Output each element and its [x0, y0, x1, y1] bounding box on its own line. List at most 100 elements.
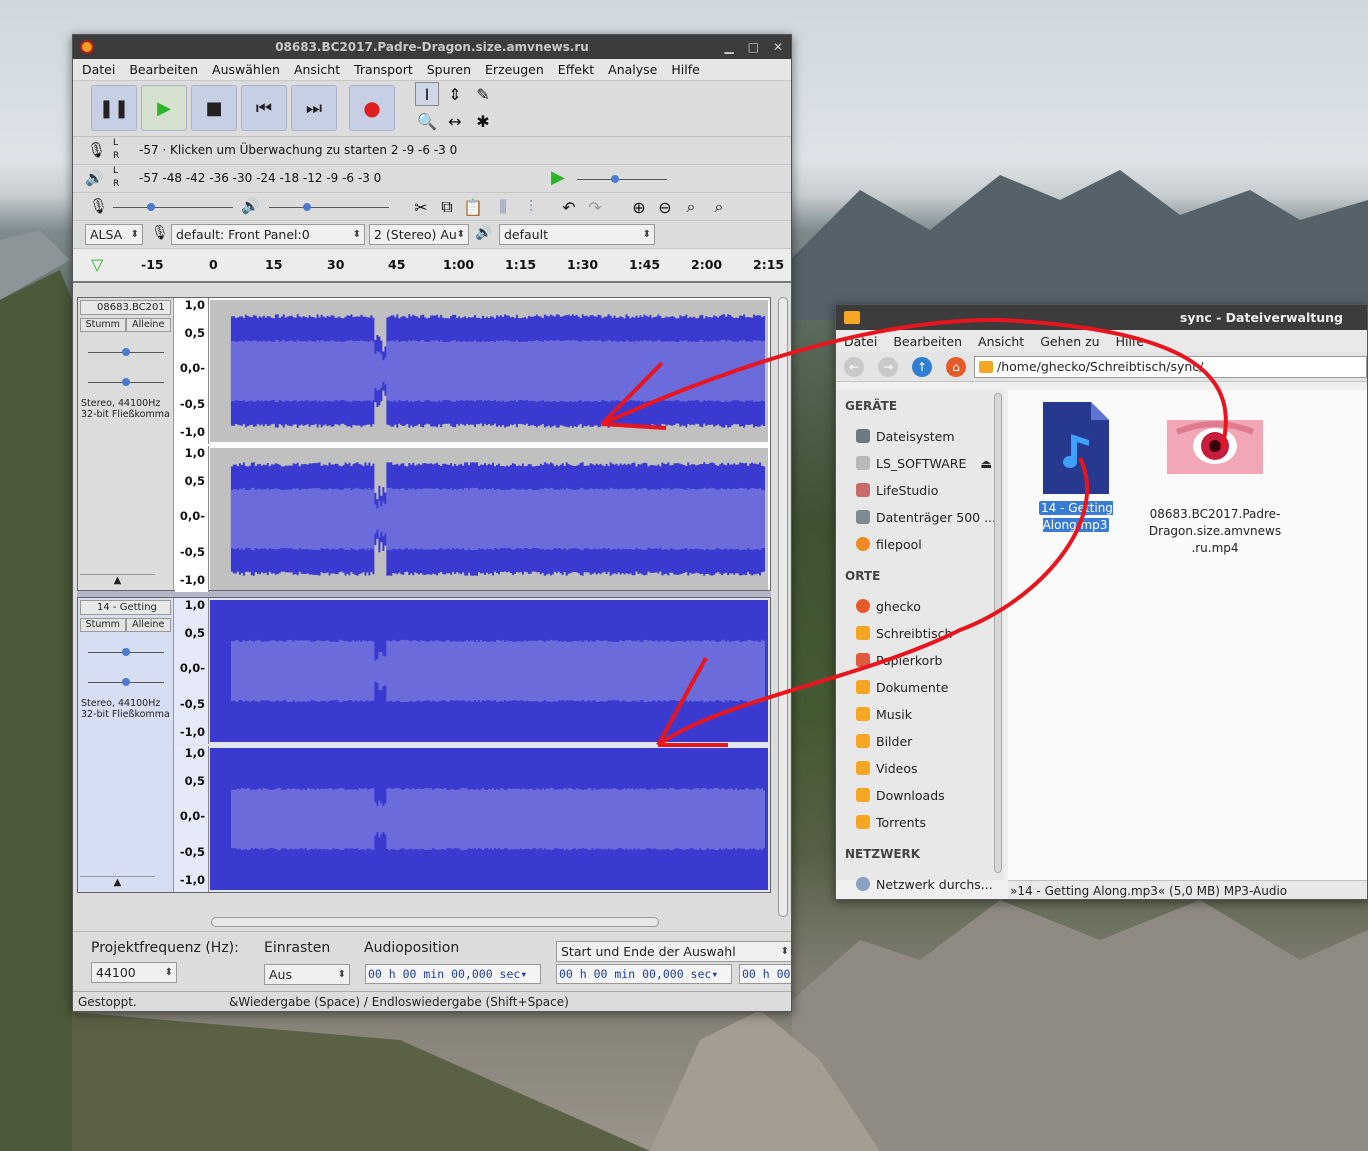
silence-icon[interactable]: ⫶ [519, 195, 543, 219]
horizontal-scrollbar[interactable] [211, 917, 659, 927]
channels-select[interactable]: 2 (Stereo) Au [369, 224, 469, 245]
menu-analyse[interactable]: Analyse [601, 62, 664, 77]
zoom-out-icon[interactable]: ⊖ [653, 195, 677, 219]
copy-icon[interactable]: ⧉ [435, 195, 459, 219]
sidebar-item-videos[interactable]: Videos [856, 761, 918, 776]
menu-bearbeiten[interactable]: Bearbeiten [122, 62, 205, 77]
undo-icon[interactable]: ↶ [557, 195, 581, 219]
waveform-left[interactable] [210, 600, 768, 742]
track-name-menu[interactable]: 08683.BC201 [80, 300, 171, 315]
skip-start-button[interactable]: ⏮ [241, 85, 287, 131]
collapse-track-icon[interactable]: ▲ [80, 876, 155, 890]
menu-effekt[interactable]: Effekt [551, 62, 601, 77]
vertical-scrollbar[interactable] [778, 297, 788, 917]
selection-end-field[interactable]: 00 h 00 [739, 964, 791, 984]
sidebar-item-ls-software[interactable]: LS_SOFTWARE ⏏ [856, 456, 992, 471]
sidebar-item-dokumente[interactable]: Dokumente [856, 680, 948, 695]
sidebar-item-filepool[interactable]: filepool [856, 537, 922, 552]
cut-icon[interactable]: ✂ [409, 195, 433, 219]
pin-head-icon[interactable]: ▽ [91, 255, 103, 274]
sidebar-scrollbar[interactable] [994, 393, 1002, 873]
snap-select[interactable]: Aus [264, 964, 350, 985]
zoom-tool[interactable]: 🔍 [415, 109, 439, 133]
menu-spuren[interactable]: Spuren [420, 62, 478, 77]
timeshift-tool[interactable]: ↔ [443, 109, 467, 133]
fm-menu-bearbeiten[interactable]: Bearbeiten [885, 334, 970, 349]
multi-tool[interactable]: ✱ [471, 109, 495, 133]
menu-ansicht[interactable]: Ansicht [287, 62, 347, 77]
waveform-right[interactable] [210, 448, 768, 590]
up-icon[interactable]: ↑ [912, 357, 932, 377]
menu-datei[interactable]: Datei [75, 62, 122, 77]
mute-button[interactable]: Stumm [80, 618, 126, 632]
record-meter[interactable]: -57 · Klicken um Überwachung zu starten … [139, 143, 457, 157]
forward-icon[interactable]: → [878, 357, 898, 377]
sidebar-item-schreibtisch[interactable]: Schreibtisch [856, 626, 952, 641]
timeline-ruler[interactable]: ▽ -15 0 15 30 45 1:00 1:15 1:30 1:45 2:0… [73, 249, 791, 283]
back-icon[interactable]: ← [844, 357, 864, 377]
record-button[interactable]: ● [349, 85, 395, 131]
trim-icon[interactable]: ⫼ [491, 195, 515, 219]
collapse-track-icon[interactable]: ▲ [80, 574, 155, 588]
location-bar[interactable]: /home/ghecko/Schreibtisch/sync/ [974, 356, 1367, 378]
audio-host-select[interactable]: ALSA [85, 224, 143, 245]
fm-menu-ansicht[interactable]: Ansicht [970, 334, 1032, 349]
sidebar-item-downloads[interactable]: Downloads [856, 788, 945, 803]
fit-project-icon[interactable]: ⌕ [707, 195, 731, 219]
home-icon[interactable]: ⌂ [946, 357, 966, 377]
project-rate-select[interactable]: 44100 [91, 962, 177, 983]
menu-auswaehlen[interactable]: Auswählen [205, 62, 287, 77]
zoom-in-icon[interactable]: ⊕ [627, 195, 651, 219]
minimize-icon[interactable]: ▁ [724, 35, 733, 59]
redo-icon[interactable]: ↷ [583, 195, 607, 219]
play-button[interactable]: ▶ [141, 85, 187, 131]
sidebar-item-lifestudio[interactable]: LifeStudio [856, 483, 938, 498]
waveform-right[interactable] [210, 748, 768, 890]
mute-button[interactable]: Stumm [80, 318, 126, 332]
skip-end-button[interactable]: ⏭ [291, 85, 337, 131]
file-manager-titlebar[interactable]: sync - Dateiverwaltung [836, 305, 1367, 330]
envelope-tool[interactable]: ⇕ [443, 82, 467, 106]
record-device-select[interactable]: default: Front Panel:0 [171, 224, 365, 245]
track-name-menu[interactable]: 14 - Getting [80, 600, 171, 615]
playback-volume-slider[interactable] [269, 203, 389, 211]
solo-button[interactable]: Alleine [125, 618, 171, 632]
file-item-mp3[interactable]: 14 - Getting Along.mp3 [1038, 400, 1114, 534]
sidebar-item-papierkorb[interactable]: Papierkorb [856, 653, 942, 668]
fm-menu-gehen-zu[interactable]: Gehen zu [1032, 334, 1107, 349]
sidebar-item-torrents[interactable]: Torrents [856, 815, 926, 830]
sidebar-item-ghecko[interactable]: ghecko [856, 599, 921, 614]
gain-slider[interactable] [88, 348, 164, 356]
pause-button[interactable]: ❚❚ [91, 85, 137, 131]
fm-menu-hilfe[interactable]: Hilfe [1108, 334, 1152, 349]
draw-tool[interactable]: ✎ [471, 82, 495, 106]
sidebar-item-datentraeger[interactable]: Datenträger 500 ... [856, 510, 996, 525]
menu-erzeugen[interactable]: Erzeugen [478, 62, 551, 77]
maximize-icon[interactable]: □ [748, 35, 759, 59]
playback-meter[interactable]: -57 -48 -42 -36 -30 -24 -18 -12 -9 -6 -3… [139, 171, 381, 185]
sidebar-item-musik[interactable]: Musik [856, 707, 912, 722]
menu-hilfe[interactable]: Hilfe [664, 62, 706, 77]
fm-menu-datei[interactable]: Datei [836, 334, 885, 349]
playback-device-select[interactable]: default [499, 224, 655, 245]
stop-button[interactable]: ■ [191, 85, 237, 131]
selection-tool[interactable]: I [415, 82, 439, 106]
waveform-left[interactable] [210, 300, 768, 442]
gain-slider[interactable] [88, 648, 164, 656]
pan-slider[interactable] [88, 678, 164, 686]
selection-start-field[interactable]: 00 h 00 min 00,000 sec▾ [556, 964, 732, 984]
play-speed-slider[interactable] [577, 175, 667, 183]
file-item-mp4[interactable]: 08683.BC2017.Padre- Dragon.size.amvnews .r… [1148, 420, 1282, 557]
fit-selection-icon[interactable]: ⌕ [679, 195, 703, 219]
audacity-titlebar[interactable]: 08683.BC2017.Padre-Dragon.size.amvnews.r… [73, 35, 791, 59]
sidebar-item-bilder[interactable]: Bilder [856, 734, 912, 749]
close-icon[interactable]: ✕ [773, 35, 783, 59]
sidebar-item-netzwerk[interactable]: Netzwerk durchs... [856, 877, 993, 892]
eject-icon[interactable]: ⏏ [980, 456, 992, 471]
paste-icon[interactable]: 📋 [461, 195, 485, 219]
pan-slider[interactable] [88, 378, 164, 386]
solo-button[interactable]: Alleine [125, 318, 171, 332]
sidebar-item-dateisystem[interactable]: Dateisystem [856, 429, 955, 444]
selection-mode-select[interactable]: Start und Ende der Auswahl [556, 941, 791, 962]
audio-position-field[interactable]: 00 h 00 min 00,000 sec▾ [365, 964, 541, 984]
